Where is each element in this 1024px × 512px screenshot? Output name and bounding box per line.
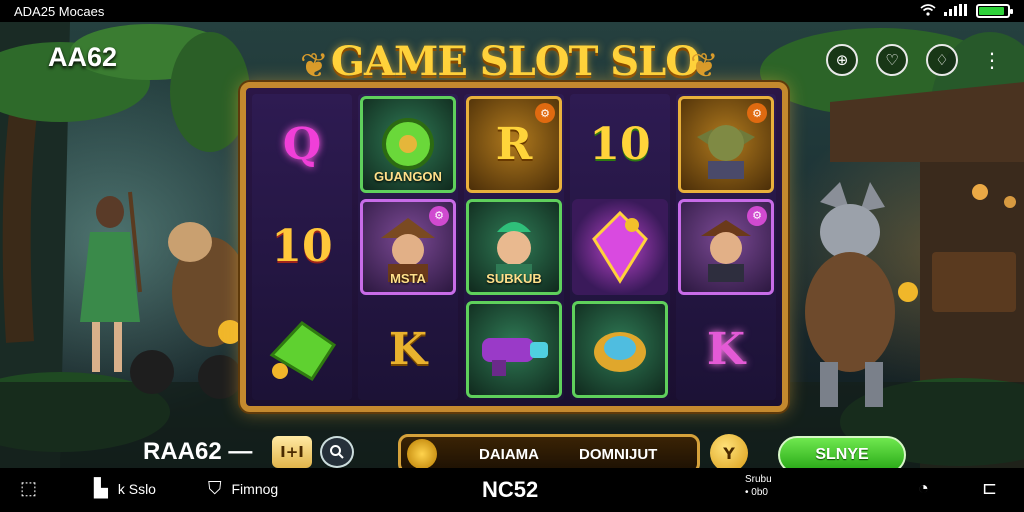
status-bar: ADA25 Mocaes: [0, 0, 1024, 22]
nav-item-slots[interactable]: ▙ k Sslo: [94, 478, 156, 499]
signal-icon: [944, 3, 968, 19]
expand-icon[interactable]: ⊏: [982, 478, 997, 499]
badge-icon: ⚙: [747, 205, 767, 226]
nav-small-info: Srubu • 0b0: [745, 474, 772, 498]
symbol-ten: 10: [271, 221, 333, 273]
symbol-green-gem: [254, 301, 350, 398]
battery-icon: [976, 4, 1013, 18]
book-icon: ▙: [94, 478, 108, 498]
girl-and-dog-character: [80, 191, 248, 399]
symbol-goblin: ⚙: [678, 96, 774, 193]
heart-icon[interactable]: ♡: [876, 44, 908, 76]
purple-crystal-icon: [592, 210, 648, 284]
symbol-adventurer: ⚙ MSTA: [360, 198, 456, 296]
badge-icon: ⚙: [429, 205, 449, 226]
control-bar: RAA62 — I+I DAIAMA DOMNIJUT Y SLNYE: [0, 432, 1024, 468]
bet-adjust-button[interactable]: I+I: [272, 436, 312, 468]
symbol-letter-r: R ⚙: [466, 96, 562, 193]
reel-2: GUANGON ⚙ MSTA K: [358, 94, 458, 400]
clock-icon[interactable]: ◔: [918, 478, 929, 499]
app-name: AA62: [48, 42, 118, 72]
symbol-elf: SUBKUB: [466, 198, 562, 296]
symbol-letter-k: K: [706, 324, 746, 376]
diamond-heart-icon[interactable]: ♢: [926, 44, 958, 76]
blaster-icon: [482, 337, 548, 376]
symbol-ten: 10: [589, 118, 651, 170]
symbol-green-disc: GUANGON: [360, 96, 456, 193]
game-scene: AA62 ❦ GAME SLOT SLO ❦ ⊕ ♡ ♢ ⋮ Q 10 GUAN…: [0, 22, 1024, 468]
back-icon[interactable]: ⬚: [20, 478, 37, 499]
reel-1: Q 10: [252, 94, 352, 400]
slot-reels: Q 10 GUANGON ⚙ MSTA K R ⚙ SUBKUB 10 ⚙ ⚙ …: [240, 82, 788, 412]
symbol-letter-q: Q: [282, 118, 322, 170]
spin-button[interactable]: SLNYE: [778, 436, 906, 468]
wifi-icon: [920, 3, 936, 19]
search-icon[interactable]: [320, 436, 354, 468]
symbol-gold-ring: [572, 301, 668, 398]
symbol-explorer: ⚙: [678, 198, 774, 296]
shield-icon: ⛉: [208, 478, 222, 498]
symbol-purple-crystal: [572, 198, 668, 296]
symbol-blaster: [466, 301, 562, 398]
more-icon[interactable]: ⋮: [976, 44, 1008, 76]
green-disc-icon: [382, 118, 434, 171]
game-title: GAME SLOT SLO: [330, 38, 700, 85]
reel-4: 10: [570, 94, 670, 400]
info-left-text: DAIAMA: [479, 445, 539, 463]
reel-5: ⚙ ⚙ K: [676, 94, 776, 400]
status-icons: [920, 3, 1013, 19]
wolf-character: [805, 182, 918, 407]
status-text: ADA25 Mocaes: [14, 3, 105, 19]
gold-gem-icon: [407, 439, 437, 468]
nav-center-label: NC52: [482, 477, 539, 502]
green-gem-icon: [269, 320, 337, 381]
symbol-letter-k: K: [388, 324, 428, 376]
bottom-nav: ⬚ ▙ k Sslo ⛉ Fimnog NC52 Srubu • 0b0 ◔ ⊏: [0, 468, 1024, 512]
badge-icon: ⚙: [747, 103, 767, 123]
right-flourish-icon: ❦: [690, 46, 719, 86]
info-right-text: DOMNIJUT: [579, 445, 658, 463]
info-bar: DAIAMA DOMNIJUT: [398, 434, 700, 468]
nav-item-fimnog[interactable]: ⛉ Fimnog: [208, 478, 278, 499]
bet-label: RAA62 —: [143, 438, 253, 465]
reel-3: R ⚙ SUBKUB: [464, 94, 564, 400]
badge-icon: ⚙: [535, 103, 555, 123]
y-button[interactable]: Y: [710, 434, 748, 468]
header-icons: ⊕ ♡ ♢ ⋮: [826, 44, 1008, 76]
gold-ring-icon: [594, 331, 646, 372]
globe-icon[interactable]: ⊕: [826, 44, 858, 76]
